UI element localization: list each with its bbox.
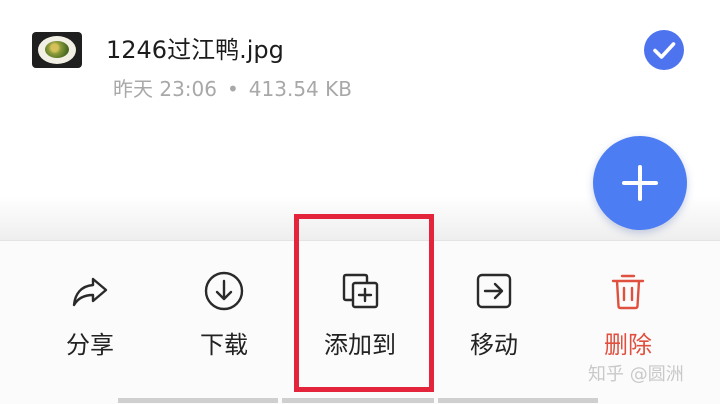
watermark: 知乎 @圆洲 [588, 364, 684, 385]
file-size: 413.54 KB [248, 77, 352, 101]
delete-label: 删除 [604, 331, 652, 359]
delete-button[interactable]: 删除 [568, 241, 688, 371]
share-button[interactable]: 分享 [30, 241, 150, 371]
bottom-divider [282, 398, 434, 403]
download-label: 下载 [200, 331, 248, 359]
bottom-divider [118, 398, 278, 403]
move-button[interactable]: 移动 [434, 241, 554, 371]
share-label: 分享 [66, 331, 114, 359]
download-icon [204, 271, 244, 311]
file-date: 昨天 23:06 [113, 77, 217, 101]
download-button[interactable]: 下载 [164, 241, 284, 371]
move-label: 移动 [470, 331, 518, 359]
highlight-box [294, 214, 434, 392]
food-image [45, 41, 69, 58]
bottom-divider [438, 398, 598, 403]
file-meta: 昨天 23:06 • 413.54 KB [113, 73, 352, 102]
move-icon [476, 273, 512, 309]
plus-icon [622, 165, 658, 201]
trash-icon [611, 274, 645, 310]
add-fab-button[interactable] [593, 136, 687, 230]
file-name: 1246过江鸭.jpg [106, 36, 284, 64]
share-icon [72, 277, 108, 307]
file-thumbnail [32, 32, 82, 68]
selected-check-icon[interactable] [644, 30, 684, 70]
meta-separator: • [227, 77, 239, 101]
